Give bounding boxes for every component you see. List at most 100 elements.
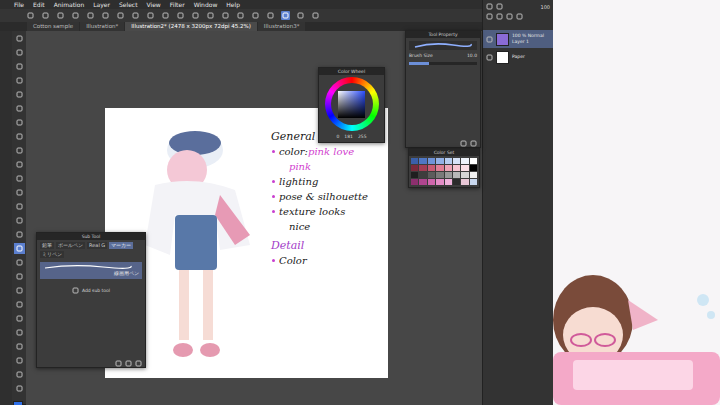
color-set-window[interactable]: Color Set xyxy=(408,148,480,188)
layer-row[interactable]: 100 % NormalLayer 1 xyxy=(483,30,553,48)
color-swatch[interactable] xyxy=(411,165,418,171)
tool-button[interactable] xyxy=(14,215,25,226)
color-swatch[interactable] xyxy=(419,165,426,171)
color-swatch[interactable] xyxy=(419,158,426,164)
command-button[interactable] xyxy=(221,11,230,20)
color-chips[interactable] xyxy=(13,401,25,405)
menu-item[interactable]: File xyxy=(14,0,24,9)
tool-button[interactable] xyxy=(14,299,25,310)
menu-item[interactable]: Help xyxy=(226,0,240,9)
command-button[interactable] xyxy=(206,11,215,20)
menu-item[interactable]: Layer xyxy=(93,0,110,9)
command-button[interactable] xyxy=(176,11,185,20)
color-swatch[interactable] xyxy=(453,172,460,178)
color-swatch[interactable] xyxy=(436,179,443,185)
color-swatch[interactable] xyxy=(419,179,426,185)
command-button[interactable] xyxy=(281,11,290,20)
command-button[interactable] xyxy=(146,11,155,20)
sub-tool-item[interactable]: 線画用ペン xyxy=(40,262,142,279)
tool-button[interactable] xyxy=(14,117,25,128)
command-button[interactable] xyxy=(311,11,320,20)
command-button[interactable] xyxy=(41,11,50,20)
brush-size-slider[interactable] xyxy=(409,62,477,65)
command-button[interactable] xyxy=(116,11,125,20)
sub-tool-tab[interactable]: 鉛筆 xyxy=(40,242,54,249)
color-wheel-window[interactable]: Color Wheel0181255 xyxy=(318,67,385,143)
menu-item[interactable]: Window xyxy=(194,0,218,9)
tool-property-window[interactable]: Tool PropertyBrush Size10.0 xyxy=(405,30,481,148)
sub-tool-tab[interactable]: マーカー xyxy=(109,242,133,249)
tool-button[interactable] xyxy=(14,369,25,380)
command-button[interactable] xyxy=(236,11,245,20)
tool-button[interactable] xyxy=(14,145,25,156)
color-swatch[interactable] xyxy=(453,179,460,185)
tool-button[interactable] xyxy=(14,33,25,44)
color-swatch[interactable] xyxy=(470,165,477,171)
command-button[interactable] xyxy=(56,11,65,20)
opacity-value[interactable]: 100 xyxy=(540,4,550,10)
color-swatch[interactable] xyxy=(411,179,418,185)
command-button[interactable] xyxy=(251,11,260,20)
color-swatch[interactable] xyxy=(461,165,468,171)
document-tab[interactable]: Illustration* xyxy=(80,22,124,31)
sub-tool-window[interactable]: Sub Tool鉛筆ボールペンReal Gマーカーミリペン線画用ペンAdd su… xyxy=(36,232,146,368)
sub-tool-tab[interactable]: Real G xyxy=(87,242,107,249)
command-button[interactable] xyxy=(161,11,170,20)
tool-button[interactable] xyxy=(14,201,25,212)
tool-button[interactable] xyxy=(14,103,25,114)
menu-item[interactable]: Animation xyxy=(54,0,85,9)
command-button[interactable] xyxy=(86,11,95,20)
tool-button[interactable] xyxy=(14,89,25,100)
color-swatch[interactable] xyxy=(470,179,477,185)
command-button[interactable] xyxy=(71,11,80,20)
tool-button[interactable] xyxy=(14,383,25,394)
command-button[interactable] xyxy=(101,11,110,20)
document-tab[interactable]: Illustration3* xyxy=(258,22,306,31)
color-swatch[interactable] xyxy=(436,172,443,178)
color-swatch[interactable] xyxy=(428,165,435,171)
tool-button[interactable] xyxy=(14,61,25,72)
tool-button[interactable] xyxy=(14,243,25,254)
layer-row[interactable]: Paper xyxy=(483,48,553,66)
tool-button[interactable] xyxy=(14,355,25,366)
tool-button[interactable] xyxy=(14,257,25,268)
tool-button[interactable] xyxy=(14,229,25,240)
tool-button[interactable] xyxy=(14,327,25,338)
command-button[interactable] xyxy=(191,11,200,20)
document-tab[interactable]: Cotton sample xyxy=(27,22,79,31)
color-swatch[interactable] xyxy=(411,158,418,164)
tool-button[interactable] xyxy=(14,271,25,282)
hue-ring[interactable] xyxy=(325,77,379,131)
color-swatch[interactable] xyxy=(445,172,452,178)
sub-tool-tab[interactable]: ミリペン xyxy=(40,251,64,258)
menu-item[interactable]: View xyxy=(147,0,161,9)
color-swatch[interactable] xyxy=(461,172,468,178)
color-swatch[interactable] xyxy=(411,172,418,178)
add-sub-tool[interactable]: Add sub tool xyxy=(37,281,145,294)
tool-button[interactable] xyxy=(14,173,25,184)
menu-item[interactable]: Edit xyxy=(33,0,45,9)
tool-button[interactable] xyxy=(14,75,25,86)
color-swatch[interactable] xyxy=(428,158,435,164)
color-swatch[interactable] xyxy=(470,172,477,178)
tool-button[interactable] xyxy=(14,47,25,58)
color-swatch[interactable] xyxy=(461,158,468,164)
color-swatch[interactable] xyxy=(419,172,426,178)
command-button[interactable] xyxy=(26,11,35,20)
tool-button[interactable] xyxy=(14,131,25,142)
color-swatch[interactable] xyxy=(470,158,477,164)
tool-button[interactable] xyxy=(14,285,25,296)
color-swatch[interactable] xyxy=(428,179,435,185)
tool-button[interactable] xyxy=(14,341,25,352)
saturation-square[interactable] xyxy=(338,91,365,118)
color-swatch[interactable] xyxy=(453,165,460,171)
color-swatch[interactable] xyxy=(453,158,460,164)
tool-button[interactable] xyxy=(14,159,25,170)
document-tab[interactable]: Illustration2* (2478 x 3200px 72dpi 45.2… xyxy=(125,22,257,31)
menu-item[interactable]: Select xyxy=(119,0,138,9)
main-color[interactable] xyxy=(13,401,23,405)
color-swatch[interactable] xyxy=(428,172,435,178)
color-swatch[interactable] xyxy=(445,158,452,164)
color-swatch[interactable] xyxy=(445,179,452,185)
menu-item[interactable]: Filter xyxy=(170,0,185,9)
